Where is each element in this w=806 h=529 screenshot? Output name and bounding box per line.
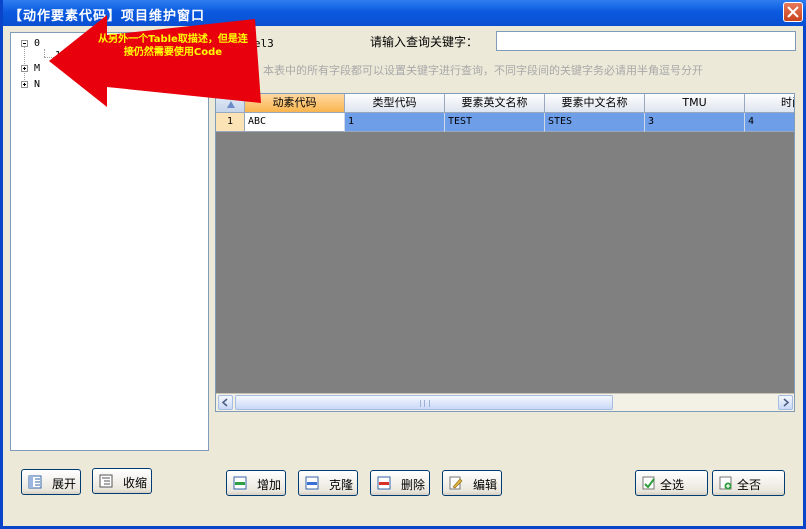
table-cell[interactable]: 3 bbox=[645, 113, 745, 132]
annotation-callout: 从另外一个Table取描述，但是连接仍然需要使用Code bbox=[49, 15, 261, 107]
col-header-chinese-name[interactable]: 要素中文名称 bbox=[545, 94, 645, 113]
col-header-english-name[interactable]: 要素英文名称 bbox=[445, 94, 545, 113]
search-input[interactable] bbox=[496, 31, 796, 51]
grip-icon bbox=[420, 400, 430, 407]
add-row-icon bbox=[233, 476, 247, 490]
col-header-tmu[interactable]: TMU bbox=[645, 94, 745, 113]
expand-button[interactable]: 展开 bbox=[21, 469, 81, 495]
clone-button[interactable]: 克隆 bbox=[298, 470, 358, 496]
table-cell[interactable]: STES bbox=[545, 113, 645, 132]
expand-icon[interactable] bbox=[21, 65, 28, 72]
uncheck-all-icon bbox=[719, 476, 732, 490]
main-window: 【动作要素代码】项目维护窗口 0 13 M N label3 请输入查询关键字：… bbox=[0, 0, 806, 529]
collapse-button[interactable]: 收缩 bbox=[92, 468, 152, 494]
select-none-button[interactable]: 全否 bbox=[712, 470, 785, 496]
grid-header: 动素代码 类型代码 要素英文名称 要素中文名称 TMU 时间 bbox=[216, 94, 794, 113]
expand-icon[interactable] bbox=[21, 81, 28, 88]
table-cell[interactable]: ABC bbox=[245, 113, 345, 132]
arrow-right-icon bbox=[783, 398, 790, 407]
tree-line bbox=[44, 49, 45, 57]
tree-collapse-icon bbox=[99, 474, 113, 488]
close-icon bbox=[787, 6, 799, 18]
scroll-left-button[interactable] bbox=[218, 395, 233, 410]
close-button[interactable] bbox=[783, 2, 803, 22]
table-cell[interactable]: TEST bbox=[445, 113, 545, 132]
clone-row-icon bbox=[305, 476, 319, 490]
add-button[interactable]: 增加 bbox=[226, 470, 286, 496]
hint-text: 提示：本表中的所有字段都可以设置关键字进行查询，不同字段间的关键字务必请用半角逗… bbox=[230, 64, 703, 77]
arrow-left-icon bbox=[221, 398, 228, 407]
col-header-time[interactable]: 时间 bbox=[745, 94, 794, 113]
col-header-type-code[interactable]: 类型代码 bbox=[345, 94, 445, 113]
scroll-right-button[interactable] bbox=[778, 395, 793, 410]
select-all-button[interactable]: 全选 bbox=[635, 470, 708, 496]
row-header[interactable]: 1 bbox=[216, 113, 245, 132]
check-all-icon bbox=[642, 476, 655, 490]
table-cell[interactable]: 1 bbox=[345, 113, 445, 132]
edit-button[interactable]: 编辑 bbox=[442, 470, 502, 496]
horizontal-scrollbar[interactable] bbox=[216, 393, 794, 411]
data-grid[interactable]: 动素代码 类型代码 要素英文名称 要素中文名称 TMU 时间 1 ABC 1 T… bbox=[215, 93, 795, 412]
delete-row-icon bbox=[377, 476, 391, 490]
left-arrow-icon bbox=[49, 15, 261, 107]
table-row[interactable]: 1 ABC 1 TEST STES 3 4 bbox=[216, 113, 794, 132]
scroll-thumb[interactable] bbox=[235, 395, 613, 410]
annotation-text: 从另外一个Table取描述，但是连接仍然需要使用Code bbox=[98, 34, 248, 58]
edit-icon bbox=[449, 476, 463, 490]
search-label: 请输入查询关键字： bbox=[370, 35, 479, 49]
table-cell[interactable]: 4 bbox=[745, 113, 794, 132]
tree-expand-icon bbox=[28, 475, 42, 489]
collapse-icon[interactable] bbox=[21, 40, 28, 47]
delete-button[interactable]: 删除 bbox=[370, 470, 430, 496]
